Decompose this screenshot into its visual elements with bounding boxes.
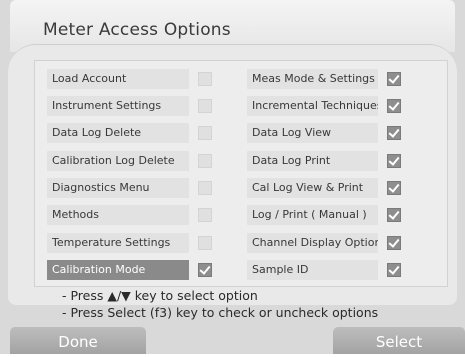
select-button[interactable]: Select	[333, 327, 465, 354]
option-row[interactable]: Log / Print ( Manual )	[247, 205, 401, 225]
option-label: Calibration Log Delete	[47, 151, 189, 171]
option-label: Cal Log View & Print	[247, 178, 378, 198]
option-checkbox[interactable]	[198, 99, 212, 113]
option-label: Meas Mode & Settings	[247, 69, 378, 89]
option-row[interactable]: Data Log View	[247, 123, 401, 143]
option-label: Data Log View	[247, 123, 378, 143]
option-checkbox[interactable]	[387, 263, 401, 277]
option-row[interactable]: Instrument Settings	[47, 96, 212, 116]
option-label: Data Log Delete	[47, 123, 189, 143]
option-checkbox[interactable]	[387, 99, 401, 113]
option-checkbox[interactable]	[387, 154, 401, 168]
option-row-selected[interactable]: Calibration Mode	[47, 260, 212, 280]
option-checkbox[interactable]	[387, 126, 401, 140]
option-row[interactable]: Data Log Print	[247, 151, 401, 171]
option-row[interactable]: Methods	[47, 205, 212, 225]
instruction-line-select: - Press Select (f3) key to check or unch…	[62, 305, 379, 320]
done-button[interactable]: Done	[10, 327, 146, 354]
meter-screen: Meter Access Options Load Account Instru…	[0, 0, 465, 354]
page-title: Meter Access Options	[43, 20, 231, 40]
options-panel: Load Account Instrument Settings Data Lo…	[34, 60, 448, 287]
option-label: Instrument Settings	[47, 96, 189, 116]
option-row[interactable]: Sample ID	[247, 260, 401, 280]
option-checkbox[interactable]	[387, 181, 401, 195]
option-checkbox[interactable]	[198, 236, 212, 250]
option-label: Incremental Techniques	[247, 96, 378, 116]
option-checkbox[interactable]	[387, 236, 401, 250]
option-label: Diagnostics Menu	[47, 178, 189, 198]
option-label: Sample ID	[247, 260, 378, 280]
option-row[interactable]: Data Log Delete	[47, 123, 212, 143]
option-checkbox[interactable]	[198, 72, 212, 86]
option-row[interactable]: Load Account	[47, 69, 212, 89]
option-row[interactable]: Channel Display Option	[247, 233, 401, 253]
option-checkbox[interactable]	[387, 208, 401, 222]
option-label: Load Account	[47, 69, 189, 89]
instructions: - Press ▲/▼ key to select option - Press…	[62, 287, 378, 321]
option-checkbox[interactable]	[198, 263, 212, 277]
option-row[interactable]: Incremental Techniques	[247, 96, 401, 116]
option-row[interactable]: Calibration Log Delete	[47, 151, 212, 171]
instruction-line-navigate: - Press ▲/▼ key to select option	[62, 288, 258, 303]
option-label: Data Log Print	[247, 151, 378, 171]
option-label: Channel Display Option	[247, 233, 378, 253]
option-row[interactable]: Cal Log View & Print	[247, 178, 401, 198]
option-checkbox[interactable]	[387, 72, 401, 86]
option-label: Log / Print ( Manual )	[247, 205, 378, 225]
option-label: Temperature Settings	[47, 233, 189, 253]
option-checkbox[interactable]	[198, 154, 212, 168]
option-label: Methods	[47, 205, 189, 225]
option-checkbox[interactable]	[198, 208, 212, 222]
option-checkbox[interactable]	[198, 181, 212, 195]
option-row[interactable]: Meas Mode & Settings	[247, 69, 401, 89]
option-row[interactable]: Diagnostics Menu	[47, 178, 212, 198]
option-label: Calibration Mode	[47, 260, 189, 280]
option-row[interactable]: Temperature Settings	[47, 233, 212, 253]
option-checkbox[interactable]	[198, 126, 212, 140]
